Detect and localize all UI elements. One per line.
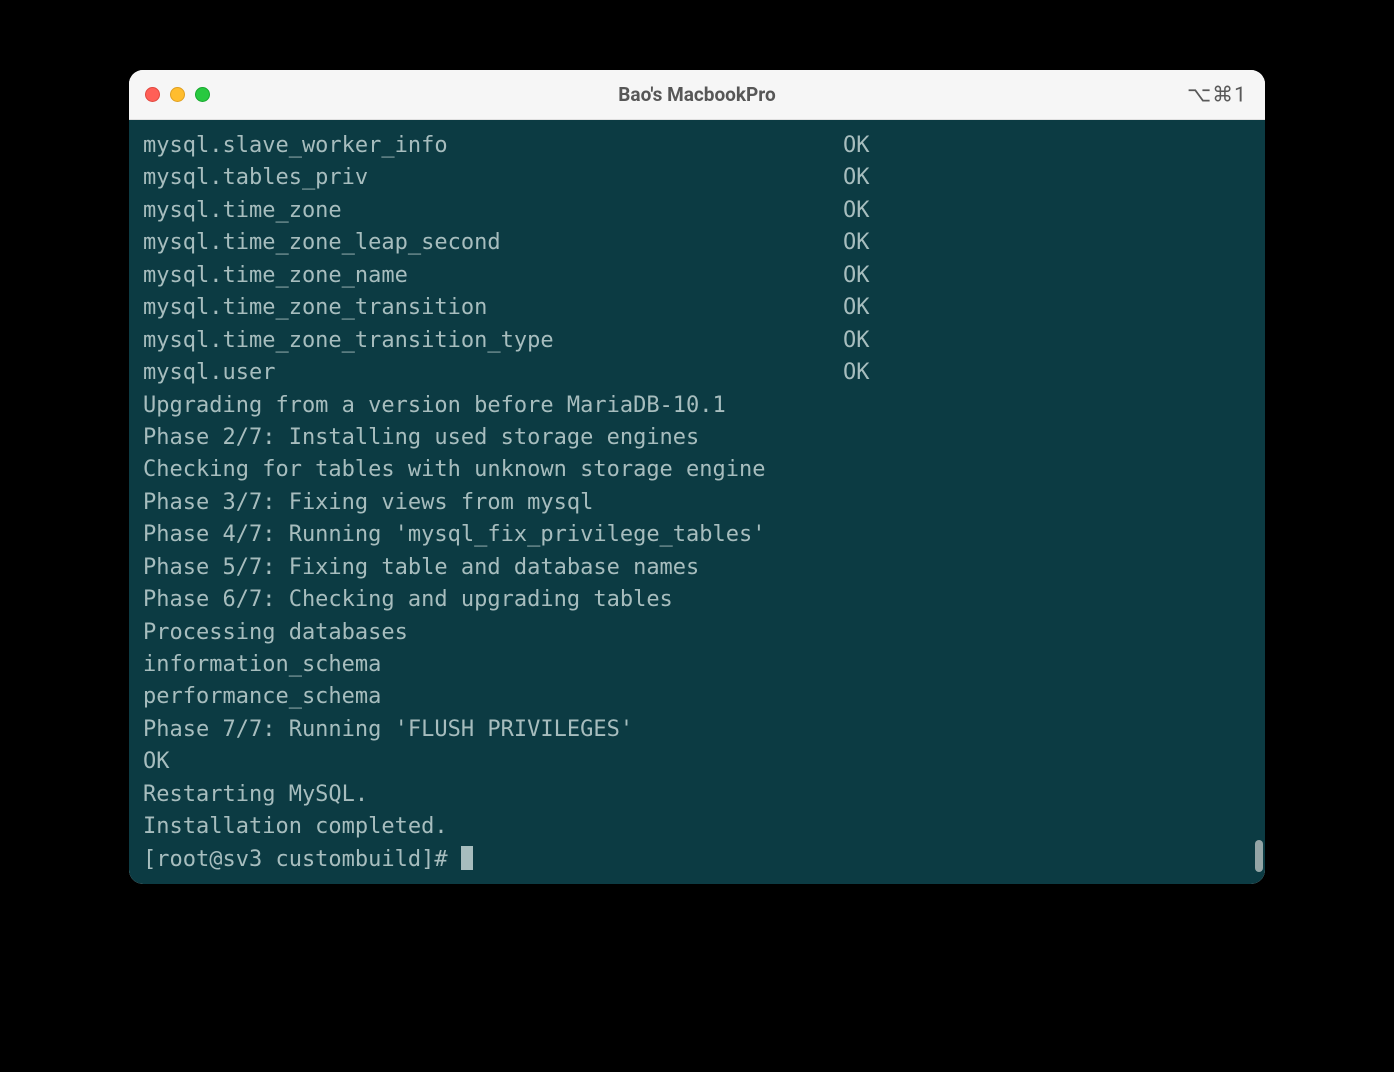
table-row: mysql.user OK <box>143 357 1251 389</box>
cursor-icon <box>461 846 473 870</box>
window-title: Bao's MacbookPro <box>129 83 1265 106</box>
table-status: OK <box>843 195 870 227</box>
terminal-line: information_schema <box>143 649 1251 681</box>
table-row: mysql.time_zone_transition OK <box>143 292 1251 324</box>
table-row: mysql.time_zone_leap_second OK <box>143 227 1251 259</box>
table-status: OK <box>843 227 870 259</box>
table-name: mysql.tables_priv <box>143 162 843 194</box>
terminal-line: Phase 4/7: Running 'mysql_fix_privilege_… <box>143 519 1251 551</box>
terminal-line: Phase 6/7: Checking and upgrading tables <box>143 584 1251 616</box>
table-row: mysql.slave_worker_info OK <box>143 130 1251 162</box>
close-button[interactable] <box>145 87 160 102</box>
prompt-text: [root@sv3 custombuild]# <box>143 847 461 872</box>
table-name: mysql.time_zone_transition_type <box>143 325 843 357</box>
terminal-line: performance_schema <box>143 681 1251 713</box>
table-name: mysql.time_zone <box>143 195 843 227</box>
table-row: mysql.time_zone_transition_type OK <box>143 325 1251 357</box>
terminal-line: OK <box>143 746 1251 778</box>
terminal-line: Phase 7/7: Running 'FLUSH PRIVILEGES' <box>143 714 1251 746</box>
table-status: OK <box>843 292 870 324</box>
terminal-line: Phase 5/7: Fixing table and database nam… <box>143 552 1251 584</box>
terminal-line: Phase 2/7: Installing used storage engin… <box>143 422 1251 454</box>
table-row: mysql.time_zone_name OK <box>143 260 1251 292</box>
traffic-lights <box>145 87 210 102</box>
table-name: mysql.time_zone_leap_second <box>143 227 843 259</box>
table-status: OK <box>843 260 870 292</box>
table-name: mysql.time_zone_transition <box>143 292 843 324</box>
terminal-line: Processing databases <box>143 617 1251 649</box>
table-name: mysql.slave_worker_info <box>143 130 843 162</box>
terminal-line: Phase 3/7: Fixing views from mysql <box>143 487 1251 519</box>
terminal-line: Restarting MySQL. <box>143 779 1251 811</box>
table-status: OK <box>843 325 870 357</box>
scrollbar-thumb[interactable] <box>1255 840 1263 872</box>
window-shortcut: ⌥⌘1 <box>1187 82 1247 107</box>
prompt-line[interactable]: [root@sv3 custombuild]# <box>143 844 1251 876</box>
minimize-button[interactable] <box>170 87 185 102</box>
table-name: mysql.time_zone_name <box>143 260 843 292</box>
maximize-button[interactable] <box>195 87 210 102</box>
terminal-line: Checking for tables with unknown storage… <box>143 454 1251 486</box>
terminal-line: Upgrading from a version before MariaDB-… <box>143 390 1251 422</box>
table-status: OK <box>843 162 870 194</box>
table-status: OK <box>843 357 870 389</box>
terminal-body[interactable]: mysql.slave_worker_info OK mysql.tables_… <box>129 120 1265 884</box>
table-row: mysql.time_zone OK <box>143 195 1251 227</box>
terminal-window: Bao's MacbookPro ⌥⌘1 mysql.slave_worker_… <box>129 70 1265 884</box>
titlebar[interactable]: Bao's MacbookPro ⌥⌘1 <box>129 70 1265 120</box>
terminal-line: Installation completed. <box>143 811 1251 843</box>
table-row: mysql.tables_priv OK <box>143 162 1251 194</box>
table-name: mysql.user <box>143 357 843 389</box>
table-status: OK <box>843 130 870 162</box>
